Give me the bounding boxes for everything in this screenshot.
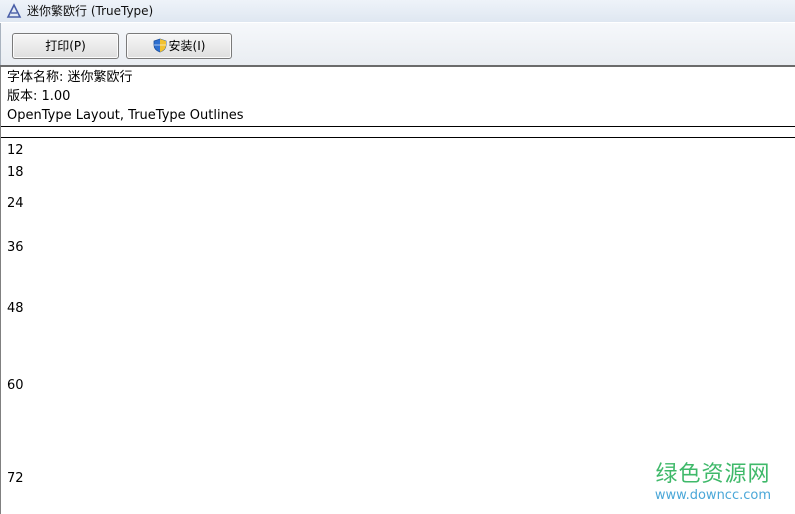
watermark-name: 绿色资源网	[655, 462, 771, 487]
size-label-12: 12	[7, 143, 24, 158]
uac-shield-icon	[153, 38, 166, 52]
size-label-18: 18	[7, 165, 24, 180]
title-bar: 迷你繁欧行 (TrueType)	[0, 0, 795, 22]
font-version-line: 版本: 1.00	[7, 89, 71, 104]
info-divider-top	[1, 126, 795, 127]
watermark-url: www.downcc.com	[654, 488, 771, 503]
font-viewer-icon	[6, 3, 22, 18]
toolbar: 打印(P) 安装(I)	[0, 23, 795, 65]
install-button-label: 安装(I)	[168, 39, 206, 53]
print-button[interactable]: 打印(P)	[12, 33, 119, 59]
window-title: 迷你繁欧行 (TrueType)	[27, 4, 154, 18]
font-name-line: 字体名称: 迷你繁欧行	[7, 70, 133, 85]
font-preview-area: 字体名称: 迷你繁欧行 版本: 1.00 OpenType Layout, Tr…	[0, 67, 795, 514]
size-label-60: 60	[7, 378, 24, 393]
install-button[interactable]: 安装(I)	[126, 33, 232, 59]
size-label-24: 24	[7, 196, 24, 211]
font-type-line: OpenType Layout, TrueType Outlines	[7, 108, 244, 123]
info-divider-bottom	[1, 137, 795, 138]
size-label-72: 72	[7, 471, 24, 486]
site-watermark: 绿色资源网 www.downcc.com	[655, 462, 771, 504]
size-label-36: 36	[7, 240, 24, 255]
size-label-48: 48	[7, 301, 24, 316]
